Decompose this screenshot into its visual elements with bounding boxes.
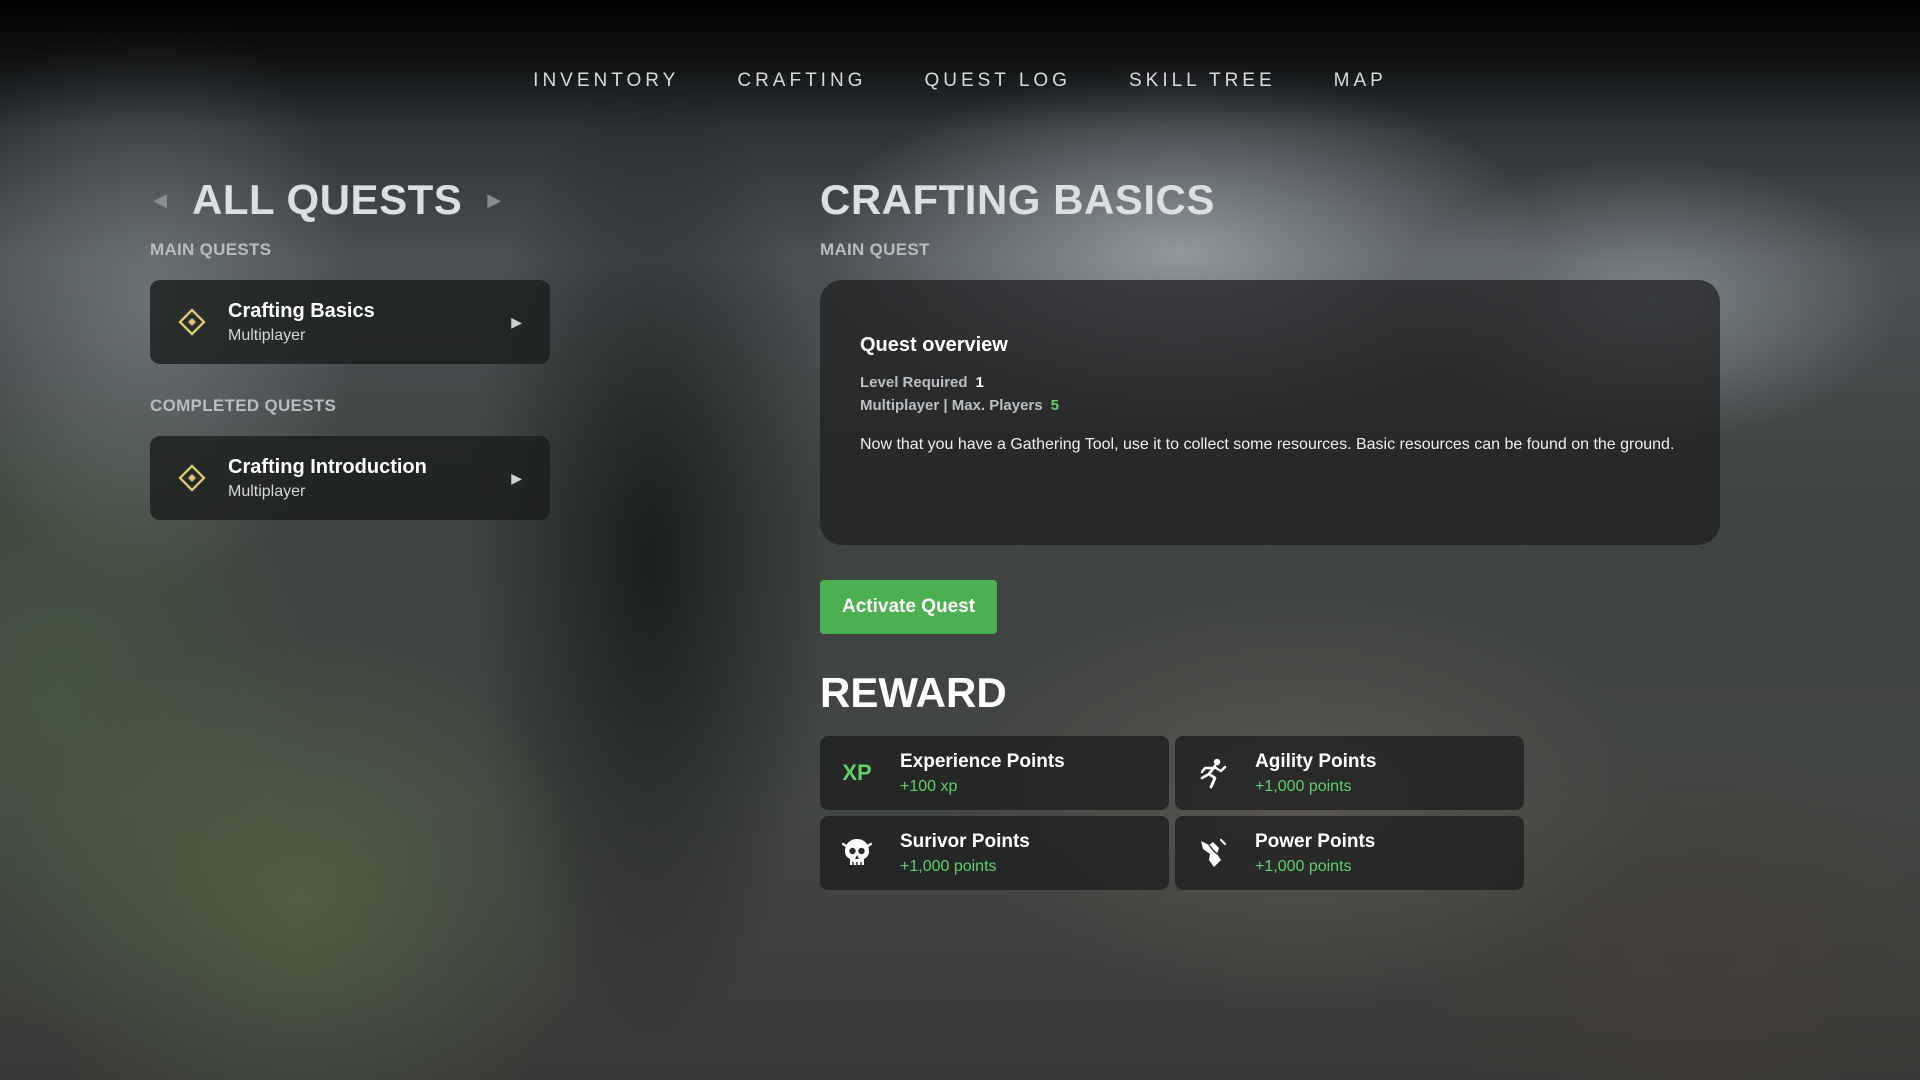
reward-text: Experience Points +100 xp bbox=[900, 751, 1065, 796]
nav-tab-crafting[interactable]: CRAFTING bbox=[708, 70, 895, 92]
reward-name: Agility Points bbox=[1255, 750, 1377, 772]
reward-name: Surivor Points bbox=[900, 830, 1030, 852]
reward-grid: XP Experience Points +100 xp Agility Poi… bbox=[820, 736, 1720, 890]
top-navigation: INVENTORY CRAFTING QUEST LOG SKILL TREE … bbox=[0, 70, 1920, 92]
reward-card-power: Power Points +1,000 points bbox=[1175, 816, 1524, 890]
quest-overview-heading: Quest overview bbox=[860, 334, 1008, 356]
nav-tab-map[interactable]: MAP bbox=[1305, 70, 1416, 92]
quest-type: Multiplayer bbox=[228, 326, 306, 344]
reward-value: +1,000 points bbox=[1255, 777, 1352, 795]
max-players-value: 5 bbox=[1050, 397, 1059, 414]
reward-value: +100 xp bbox=[900, 777, 958, 795]
skull-emblem-icon bbox=[840, 836, 874, 870]
quest-detail-title: CRAFTING BASICS bbox=[820, 176, 1215, 223]
reward-card-agility: Agility Points +1,000 points bbox=[1175, 736, 1524, 810]
xp-glyph: XP bbox=[842, 760, 872, 785]
level-required-row: Level Required 1 bbox=[860, 374, 1680, 391]
reward-text: Agility Points +1,000 points bbox=[1255, 751, 1376, 796]
triangle-left-icon[interactable]: ◀ bbox=[150, 188, 170, 212]
nav-tab-skill-tree[interactable]: SKILL TREE bbox=[1100, 70, 1305, 92]
max-players-label: Multiplayer | Max. Players bbox=[860, 397, 1043, 414]
quest-detail-panel: CRAFTING BASICS MAIN QUEST Quest overvie… bbox=[820, 170, 1720, 890]
reward-card-experience: XP Experience Points +100 xp bbox=[820, 736, 1169, 810]
reward-text: Surivor Points +1,000 points bbox=[900, 831, 1030, 876]
quest-overview-card: Quest overview Level Required 1 Multiplay… bbox=[820, 280, 1720, 545]
quest-category-label: MAIN QUEST bbox=[820, 240, 930, 259]
completed-quests-label: COMPLETED QUESTS bbox=[150, 396, 337, 415]
triangle-right-icon[interactable]: ▶ bbox=[484, 188, 504, 212]
xp-icon: XP bbox=[840, 756, 874, 790]
quest-description: Now that you have a Gathering Tool, use … bbox=[860, 436, 1675, 453]
main-quests-label: MAIN QUESTS bbox=[150, 240, 272, 259]
quest-card-text: Crafting Introduction Multiplayer bbox=[228, 456, 511, 501]
level-required-value: 1 bbox=[975, 374, 984, 391]
nav-tab-inventory[interactable]: INVENTORY bbox=[504, 70, 708, 92]
running-figure-icon bbox=[1195, 756, 1229, 790]
quest-list-panel: ◀ ALL QUESTS ▶ MAIN QUESTS Crafting Basi… bbox=[150, 170, 550, 520]
reward-value: +1,000 points bbox=[900, 857, 997, 875]
nav-tab-quest-log[interactable]: QUEST LOG bbox=[895, 70, 1100, 92]
play-arrow-icon: ▶ bbox=[511, 313, 522, 330]
quest-diamond-icon bbox=[178, 308, 206, 336]
reward-name: Power Points bbox=[1255, 830, 1376, 852]
quest-diamond-icon bbox=[178, 464, 206, 492]
fist-emblem-icon bbox=[1195, 836, 1229, 870]
reward-text: Power Points +1,000 points bbox=[1255, 831, 1375, 876]
quest-card-crafting-basics[interactable]: Crafting Basics Multiplayer ▶ bbox=[150, 280, 550, 364]
quest-card-crafting-introduction[interactable]: Crafting Introduction Multiplayer ▶ bbox=[150, 436, 550, 520]
level-required-label: Level Required bbox=[860, 374, 968, 391]
quest-name: Crafting Introduction bbox=[228, 455, 427, 478]
quest-name: Crafting Basics bbox=[228, 299, 375, 322]
quest-card-text: Crafting Basics Multiplayer bbox=[228, 300, 511, 345]
reward-title: REWARD bbox=[820, 669, 1007, 716]
play-arrow-icon: ▶ bbox=[511, 469, 522, 486]
activate-quest-button[interactable]: Activate Quest bbox=[820, 580, 998, 634]
quest-list-title: ALL QUESTS bbox=[192, 176, 463, 223]
quest-list-header: ◀ ALL QUESTS ▶ bbox=[150, 170, 550, 230]
max-players-row: Multiplayer | Max. Players 5 bbox=[860, 397, 1680, 414]
quest-type: Multiplayer bbox=[228, 482, 306, 500]
reward-value: +1,000 points bbox=[1255, 857, 1352, 875]
reward-card-survivor: Surivor Points +1,000 points bbox=[820, 816, 1169, 890]
reward-name: Experience Points bbox=[900, 750, 1065, 772]
